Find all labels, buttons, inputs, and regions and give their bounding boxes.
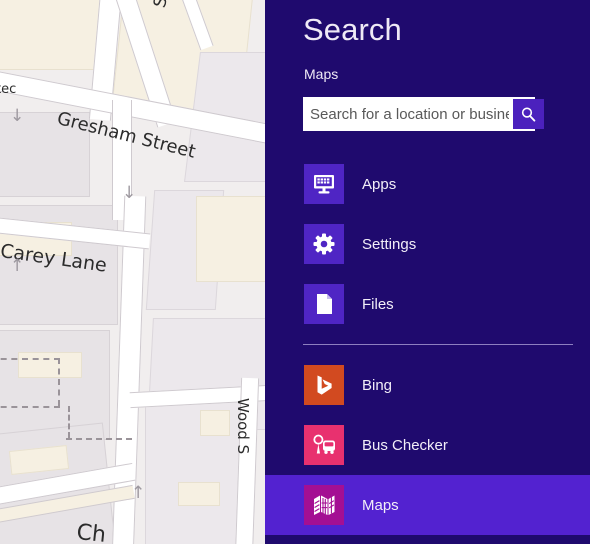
map-street-label: Ch xyxy=(75,520,108,544)
apps-monitor-icon xyxy=(304,164,344,204)
one-way-arrow-icon: ↓ xyxy=(122,183,137,203)
scope-label-apps: Apps xyxy=(362,175,397,193)
map-footpath xyxy=(0,406,60,408)
map-footpath xyxy=(0,358,60,360)
section-divider xyxy=(303,344,573,345)
map-block xyxy=(0,0,105,70)
scope-row-settings[interactable]: Settings xyxy=(265,214,590,274)
screen: Staining L Gresham Street tec Carey Lane… xyxy=(0,0,590,544)
scope-label-maps: Maps xyxy=(362,496,399,514)
document-icon xyxy=(304,284,344,324)
scope-row-apps[interactable]: Apps xyxy=(265,154,590,214)
scope-label-bing: Bing xyxy=(362,376,393,394)
map-block xyxy=(200,410,230,436)
search-box[interactable] xyxy=(303,97,544,131)
bus-checker-icon xyxy=(304,425,344,465)
bing-icon xyxy=(304,365,344,405)
search-input[interactable] xyxy=(303,97,513,131)
map-footpath xyxy=(68,406,70,438)
map-block xyxy=(196,196,266,282)
map-footpath xyxy=(58,358,60,406)
gear-icon xyxy=(304,224,344,264)
one-way-arrow-icon: ↑ xyxy=(131,483,146,503)
scope-row-bus-checker[interactable]: Bus Checker xyxy=(265,415,590,475)
scope-label-bus-checker: Bus Checker xyxy=(362,436,448,454)
page-title: Search xyxy=(303,12,402,47)
scope-row-bing[interactable]: Bing xyxy=(265,355,590,415)
scope-label-settings: Settings xyxy=(362,235,417,253)
map-block xyxy=(178,482,220,506)
search-scope-label: Maps xyxy=(304,66,339,82)
search-icon xyxy=(521,106,536,122)
search-button[interactable] xyxy=(513,99,544,129)
one-way-arrow-icon: ↑ xyxy=(10,256,25,276)
map-canvas[interactable]: Staining L Gresham Street tec Carey Lane… xyxy=(0,0,266,544)
map-footpath xyxy=(66,438,132,440)
map-street-label: Wood S xyxy=(234,398,252,455)
scope-label-files: Files xyxy=(362,295,394,313)
search-charm-panel: Search Maps Search for a location or bus… xyxy=(265,0,590,544)
map-street-label: tec xyxy=(0,82,17,97)
one-way-arrow-icon: ↓ xyxy=(10,106,25,126)
map-block xyxy=(18,352,82,378)
maps-icon xyxy=(304,485,344,525)
scope-row-files[interactable]: Files xyxy=(265,274,590,334)
scope-row-maps[interactable]: Maps xyxy=(265,475,590,535)
